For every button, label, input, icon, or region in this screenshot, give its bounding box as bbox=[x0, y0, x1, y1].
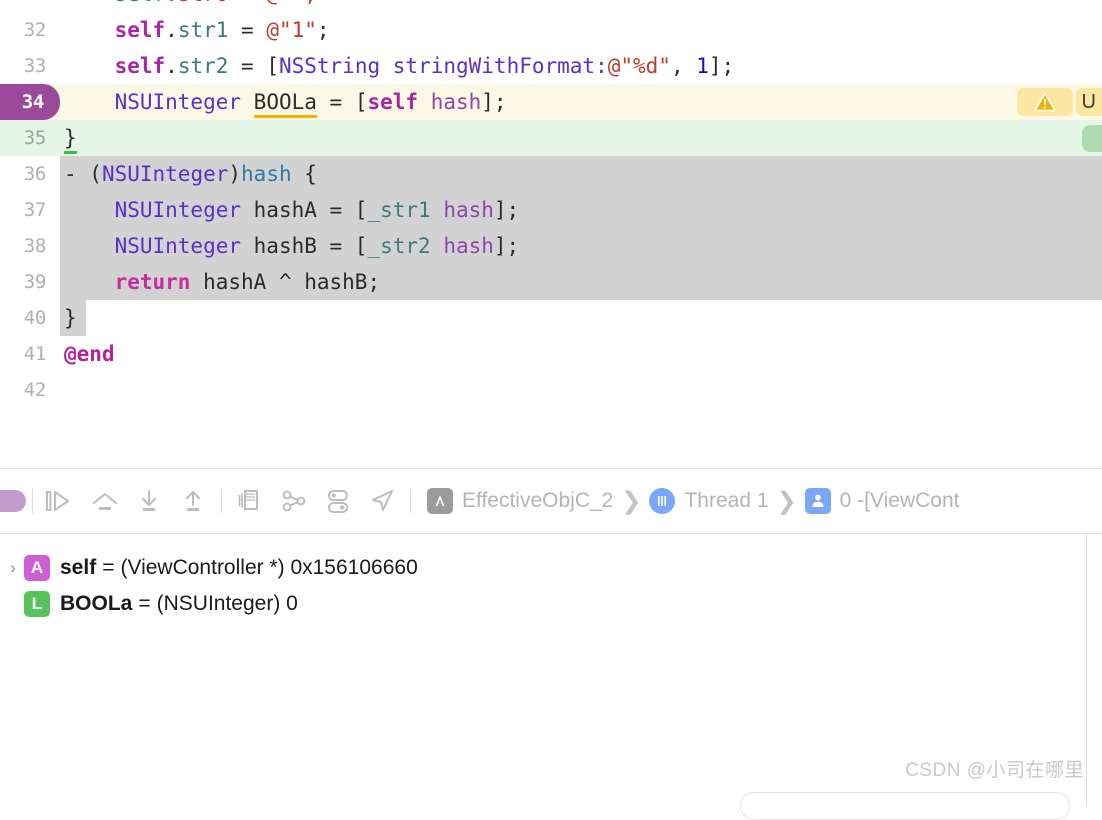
code-text: NSUInteger hashB = [_str2 hash]; bbox=[60, 234, 519, 258]
line-number[interactable]: 36 bbox=[0, 163, 60, 185]
breadcrumb-item-frame[interactable]: 0 -[ViewCont bbox=[805, 488, 960, 514]
step-over-icon[interactable] bbox=[83, 479, 127, 523]
disclosure-triangle-icon[interactable]: › bbox=[2, 558, 24, 578]
warning-badge[interactable]: U bbox=[1017, 88, 1102, 116]
code-text: NSUInteger hashA = [_str1 hash]; bbox=[60, 198, 519, 222]
code-line[interactable]: 33 self.str2 = [NSString stringWithForma… bbox=[0, 48, 1102, 84]
variable-row-list: ›Aself=(ViewController *) 0x156106660LBO… bbox=[0, 550, 1086, 622]
line-number[interactable]: 33 bbox=[0, 55, 60, 77]
debug-toolbar[interactable]: EffectiveObjC_2 ❯ Thread 1 ❯ 0 -[ViewCon… bbox=[0, 469, 1102, 533]
toolbar-divider-2 bbox=[221, 489, 222, 513]
variable-kind-badge: L bbox=[24, 591, 50, 617]
code-text: self.str2 = [NSString stringWithFormat:@… bbox=[60, 54, 734, 78]
variable-row[interactable]: ›Aself=(ViewController *) 0x156106660 bbox=[0, 550, 1086, 586]
breadcrumb-separator-2: ❯ bbox=[777, 487, 797, 516]
line-number[interactable]: 39 bbox=[0, 271, 60, 293]
code-line[interactable]: 39 return hashA ^ hashB; bbox=[0, 264, 1102, 300]
code-text: NSUInteger BOOLa = [self hash]; bbox=[60, 90, 507, 114]
variable-name: BOOLa bbox=[60, 592, 132, 616]
variable-equals: = bbox=[138, 592, 150, 616]
breadcrumb-label-frame: 0 -[ViewCont bbox=[840, 489, 960, 513]
variable-value: (ViewController *) 0x156106660 bbox=[120, 556, 417, 580]
code-text: - (NSUInteger)hash { bbox=[60, 162, 317, 186]
line-number[interactable]: 37 bbox=[0, 199, 60, 221]
code-text: return hashA ^ hashB; bbox=[60, 270, 380, 294]
source-editor[interactable]: self.str0 = @"";32 self.str1 = @"1";33 s… bbox=[0, 0, 1102, 468]
continue-execution-icon[interactable] bbox=[39, 479, 83, 523]
code-text: } bbox=[60, 126, 77, 150]
line-number[interactable]: 41 bbox=[0, 343, 60, 365]
toolbar-divider-3 bbox=[410, 489, 411, 513]
breadcrumb-item-thread[interactable]: Thread 1 bbox=[649, 488, 768, 514]
step-into-icon[interactable] bbox=[127, 479, 171, 523]
console-output[interactable] bbox=[1087, 534, 1102, 806]
thread-icon bbox=[649, 488, 675, 514]
breadcrumb-label-app: EffectiveObjC_2 bbox=[462, 489, 613, 513]
code-line[interactable]: 34 NSUInteger BOOLa = [self hash]; U bbox=[0, 84, 1102, 120]
line-number[interactable]: 32 bbox=[0, 19, 60, 41]
line-number[interactable]: 34 bbox=[0, 84, 60, 120]
code-line[interactable]: 40} bbox=[0, 300, 1102, 336]
breadcrumb[interactable]: EffectiveObjC_2 ❯ Thread 1 ❯ 0 -[ViewCon… bbox=[427, 487, 1102, 516]
breadcrumb-separator-1: ❯ bbox=[621, 487, 641, 516]
breadcrumb-label-thread: Thread 1 bbox=[684, 489, 768, 513]
breadcrumb-item-app[interactable]: EffectiveObjC_2 bbox=[427, 488, 613, 514]
variable-value: (NSUInteger) 0 bbox=[157, 592, 298, 616]
frame-person-icon bbox=[805, 488, 831, 514]
code-line[interactable]: 32 self.str1 = @"1"; bbox=[0, 12, 1102, 48]
line-number[interactable]: 38 bbox=[0, 235, 60, 257]
app-icon bbox=[427, 488, 453, 514]
warning-message: U bbox=[1076, 88, 1102, 116]
code-line[interactable]: 37 NSUInteger hashA = [_str1 hash]; bbox=[0, 192, 1102, 228]
line-number[interactable]: 35 bbox=[0, 127, 60, 149]
code-line[interactable]: 35} bbox=[0, 120, 1102, 156]
variable-row[interactable]: L BOOLa= (NSUInteger) 0 bbox=[0, 586, 1086, 622]
code-text: } bbox=[60, 306, 77, 330]
variable-name: self bbox=[60, 556, 96, 580]
simulate-location-icon[interactable] bbox=[360, 479, 404, 523]
code-line[interactable]: 36- (NSUInteger)hash { bbox=[0, 156, 1102, 192]
step-out-icon[interactable] bbox=[171, 479, 215, 523]
view-hierarchy-icon[interactable] bbox=[228, 479, 272, 523]
toolbar-divider bbox=[32, 489, 33, 513]
success-badge[interactable] bbox=[1082, 125, 1102, 152]
line-number[interactable]: 40 bbox=[0, 307, 60, 329]
line-number[interactable]: 42 bbox=[0, 379, 60, 401]
code-text: self.str1 = @"1"; bbox=[60, 18, 330, 42]
memory-graph-icon[interactable] bbox=[272, 479, 316, 523]
variable-equals: = bbox=[102, 556, 114, 580]
code-text: @end bbox=[60, 342, 115, 366]
watermark: CSDN @小司在哪里 bbox=[905, 755, 1084, 782]
code-line[interactable]: 38 NSUInteger hashB = [_str2 hash]; bbox=[0, 228, 1102, 264]
deactivate-breakpoints-icon[interactable] bbox=[0, 490, 26, 512]
environment-overrides-icon[interactable] bbox=[316, 479, 360, 523]
code-line-partial: self.str0 = @""; bbox=[0, 0, 1102, 12]
warning-triangle-icon bbox=[1017, 88, 1073, 116]
console-filter-field[interactable] bbox=[740, 792, 1070, 820]
variable-kind-badge: A bbox=[24, 555, 50, 581]
code-line-list: self.str0 = @"";32 self.str1 = @"1";33 s… bbox=[0, 0, 1102, 408]
code-line[interactable]: 41@end bbox=[0, 336, 1102, 372]
code-line[interactable]: 42 bbox=[0, 372, 1102, 408]
